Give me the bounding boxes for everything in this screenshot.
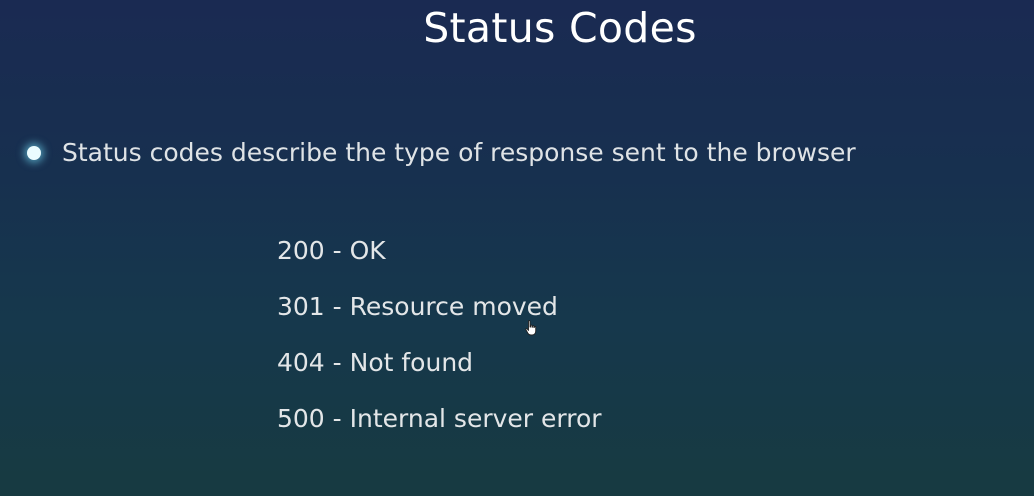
status-code-item: 500 - Internal server error [277, 404, 602, 433]
status-code-item: 301 - Resource moved [277, 292, 558, 321]
status-code-list: 200 - OK 301 - Resource moved 404 - Not … [277, 232, 602, 456]
status-code-item: 200 - OK [277, 236, 386, 265]
status-code-item: 404 - Not found [277, 348, 474, 377]
hand-pointer-icon [525, 320, 537, 336]
bullet-item: Status codes describe the type of respon… [27, 138, 856, 167]
slide: Status Codes Status codes describe the t… [0, 0, 1034, 496]
bullet-text: Status codes describe the type of respon… [62, 138, 856, 167]
slide-title: Status Codes [423, 4, 697, 52]
bullet-dot-icon [27, 145, 41, 160]
